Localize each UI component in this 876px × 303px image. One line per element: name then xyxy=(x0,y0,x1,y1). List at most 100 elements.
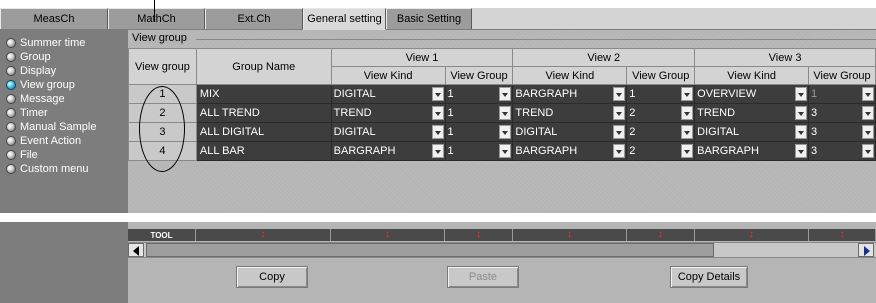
chevron-down-icon[interactable] xyxy=(862,144,874,158)
scroll-right-icon[interactable] xyxy=(858,243,874,257)
sidebar-item-timer[interactable]: Timer xyxy=(0,106,128,120)
select-value: 1 xyxy=(447,145,454,157)
view3-kind-select[interactable]: BARGRAPH xyxy=(694,141,810,161)
chevron-down-icon[interactable] xyxy=(795,106,808,120)
view3-kind-select[interactable]: TREND xyxy=(694,103,810,123)
header-view-1: View 1 xyxy=(330,48,514,67)
tab-measch[interactable]: MeasCh xyxy=(0,8,108,29)
bottom-sidebar xyxy=(0,222,128,303)
radio-icon xyxy=(6,164,16,174)
chevron-down-icon[interactable] xyxy=(681,144,694,158)
tool-column-marker[interactable]: ↕ xyxy=(445,229,513,241)
sidebar-item-event-action[interactable]: Event Action xyxy=(0,134,128,148)
tool-column-marker[interactable]: ↕ xyxy=(809,229,876,241)
view2-kind-select[interactable]: BARGRAPH xyxy=(512,84,628,104)
view3-group-select[interactable]: 3 xyxy=(808,141,876,161)
chevron-down-icon[interactable] xyxy=(499,87,512,101)
view3-kind-select[interactable]: OVERVIEW xyxy=(694,84,810,104)
tab-extch[interactable]: Ext.Ch xyxy=(205,8,303,29)
tab-general-setting[interactable]: General setting xyxy=(303,8,386,30)
select-value: 2 xyxy=(629,126,636,138)
view1-group-select[interactable]: 1 xyxy=(444,141,514,161)
chevron-down-icon[interactable] xyxy=(431,106,444,120)
scroll-left-icon[interactable] xyxy=(128,243,144,257)
tab-basic-setting[interactable]: Basic Setting xyxy=(386,8,472,29)
header-group-name: Group Name xyxy=(195,48,332,85)
radio-icon xyxy=(6,52,16,62)
group-name-cell[interactable]: MIX xyxy=(195,84,332,104)
chevron-down-icon[interactable] xyxy=(681,106,694,120)
view2-group-select[interactable]: 2 xyxy=(626,141,696,161)
select-value: 3 xyxy=(811,107,818,119)
radio-icon xyxy=(6,108,16,118)
sidebar-item-label: Event Action xyxy=(20,135,82,147)
sidebar-item-manual-sample[interactable]: Manual Sample xyxy=(0,120,128,134)
view2-group-select[interactable]: 2 xyxy=(626,103,696,123)
group-name-cell[interactable]: ALL BAR xyxy=(195,141,332,161)
select-value: DIGITAL xyxy=(333,126,376,138)
chevron-down-icon[interactable] xyxy=(681,125,694,139)
view2-kind-select[interactable]: TREND xyxy=(512,103,628,123)
view1-kind-select[interactable]: BARGRAPH xyxy=(330,141,446,161)
chevron-down-icon[interactable] xyxy=(499,125,512,139)
copy-details-button[interactable]: Copy Details xyxy=(670,266,748,288)
tool-column-marker[interactable]: ↕ xyxy=(627,229,695,241)
view3-group-select[interactable]: 3 xyxy=(808,122,876,142)
chevron-down-icon[interactable] xyxy=(613,106,626,120)
view3-kind-select[interactable]: DIGITAL xyxy=(694,122,810,142)
scrollbar-thumb[interactable] xyxy=(146,243,714,257)
sidebar-item-file[interactable]: File xyxy=(0,148,128,162)
tool-column-marker[interactable]: ↕ xyxy=(196,229,331,241)
select-value: TREND xyxy=(333,107,372,119)
sidebar-item-label: Message xyxy=(20,93,65,105)
view1-group-select[interactable]: 1 xyxy=(444,103,514,123)
sidebar-item-group[interactable]: Group xyxy=(0,50,128,64)
chevron-down-icon[interactable] xyxy=(862,106,874,120)
select-value: 1 xyxy=(447,126,454,138)
panel-divider xyxy=(0,213,876,222)
tab-bar: MeasCh MathCh Ext.Ch General setting Bas… xyxy=(0,8,876,30)
tool-row: TOOL ↕ ↕ ↕ ↕ ↕ ↕ ↕ xyxy=(128,229,876,241)
chevron-down-icon[interactable] xyxy=(681,87,694,101)
header-view2-group: View Group xyxy=(626,66,696,85)
chevron-down-icon[interactable] xyxy=(795,144,808,158)
group-name-cell[interactable]: ALL TREND xyxy=(195,103,332,123)
sidebar-item-summer-time[interactable]: Summer time xyxy=(0,36,128,50)
view1-kind-select[interactable]: TREND xyxy=(330,103,446,123)
view2-group-select[interactable]: 2 xyxy=(626,122,696,142)
view1-group-select[interactable]: 1 xyxy=(444,84,514,104)
chevron-down-icon[interactable] xyxy=(795,125,808,139)
chevron-down-icon[interactable] xyxy=(431,144,444,158)
view2-kind-select[interactable]: BARGRAPH xyxy=(512,141,628,161)
sidebar-item-label: Manual Sample xyxy=(20,121,97,133)
tool-column-marker[interactable]: ↕ xyxy=(695,229,809,241)
copy-button[interactable]: Copy xyxy=(236,266,308,288)
chevron-down-icon[interactable] xyxy=(862,125,874,139)
tab-mathch[interactable]: MathCh xyxy=(108,8,205,29)
chevron-down-icon[interactable] xyxy=(499,106,512,120)
horizontal-scrollbar[interactable] xyxy=(128,242,876,258)
chevron-down-icon[interactable] xyxy=(613,87,626,101)
view2-kind-select[interactable]: DIGITAL xyxy=(512,122,628,142)
section-title: View group xyxy=(132,32,189,44)
chevron-down-icon[interactable] xyxy=(499,144,512,158)
tool-column-marker[interactable]: ↕ xyxy=(513,229,627,241)
radio-icon xyxy=(6,38,16,48)
sidebar-item-view-group[interactable]: View group xyxy=(0,78,128,92)
chevron-down-icon[interactable] xyxy=(613,125,626,139)
chevron-down-icon[interactable] xyxy=(795,87,808,101)
view1-group-select[interactable]: 1 xyxy=(444,122,514,142)
sidebar-item-custom-menu[interactable]: Custom menu xyxy=(0,162,128,176)
view3-group-select[interactable]: 3 xyxy=(808,103,876,123)
tool-column-marker[interactable]: ↕ xyxy=(331,229,445,241)
view2-group-select[interactable]: 1 xyxy=(626,84,696,104)
chevron-down-icon[interactable] xyxy=(431,125,444,139)
group-name-cell[interactable]: ALL DIGITAL xyxy=(195,122,332,142)
chevron-down-icon[interactable] xyxy=(431,87,444,101)
chevron-down-icon[interactable] xyxy=(613,144,626,158)
view1-kind-select[interactable]: DIGITAL xyxy=(330,122,446,142)
sidebar-item-message[interactable]: Message xyxy=(0,92,128,106)
sidebar-item-display[interactable]: Display xyxy=(0,64,128,78)
view1-kind-select[interactable]: DIGITAL xyxy=(330,84,446,104)
radio-icon xyxy=(6,150,16,160)
